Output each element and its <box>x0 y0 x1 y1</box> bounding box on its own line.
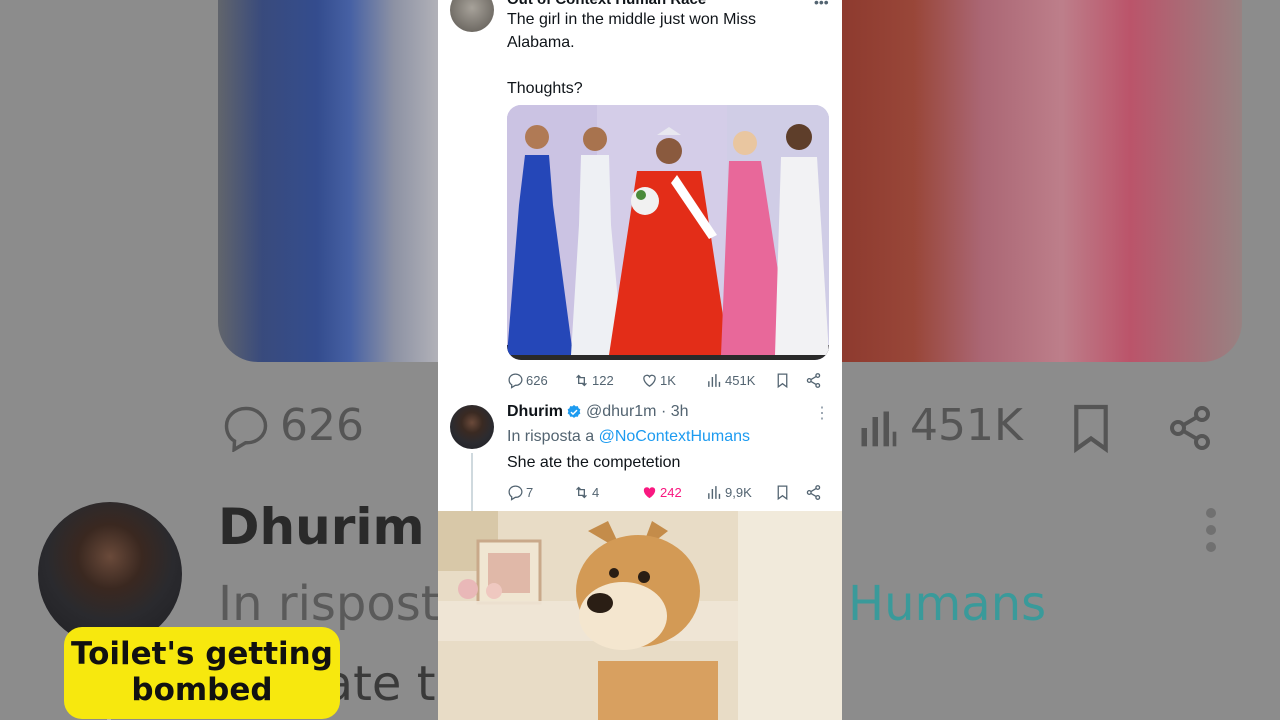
reply-views-button[interactable]: 9,9K <box>706 484 752 501</box>
verified-badge-icon <box>567 405 581 418</box>
like-button[interactable]: 1K <box>641 372 676 389</box>
reply-to-label: In risposta a <box>507 428 595 445</box>
tweet-text-line2: Thoughts? <box>507 80 583 97</box>
heart-icon <box>643 374 656 387</box>
share-icon <box>806 485 821 500</box>
background-reply-count: 626 <box>280 400 364 451</box>
reply-reply-count: 7 <box>526 485 534 500</box>
views-icon <box>708 486 721 499</box>
background-view-count: 451K <box>910 400 1023 451</box>
like-count: 1K <box>660 373 676 388</box>
tweet-text: The girl in the middle just won Miss Ala… <box>507 8 827 100</box>
reply-retweet-button[interactable]: 4 <box>573 484 599 501</box>
reply-bookmark-button[interactable] <box>774 484 793 501</box>
views-count: 451K <box>725 373 756 388</box>
bookmark-icon <box>777 485 788 501</box>
retweet-button[interactable]: 122 <box>573 372 614 389</box>
background-image-left <box>218 0 438 362</box>
background-image-right <box>842 0 1242 362</box>
retweet-icon <box>576 374 587 387</box>
background-share-icon <box>1170 406 1210 450</box>
doge-meme-image <box>438 511 842 720</box>
reply-header: Dhurim @dhur1m · 3h <box>507 403 689 421</box>
meme-caption: Toilet's getting bombed <box>64 627 340 719</box>
background-bookmark-icon <box>1074 404 1108 454</box>
retweet-icon <box>576 486 587 499</box>
doge-icon <box>438 511 842 720</box>
reply-author-avatar[interactable] <box>450 405 494 449</box>
author-name[interactable]: Out of Context Human Race <box>507 0 706 8</box>
reply-handle-time: @dhur1m · 3h <box>586 403 689 420</box>
meme-caption-line1: Toilet's getting <box>71 636 333 672</box>
background-author-name: Dhurim <box>218 498 425 556</box>
tweet-actions: 626 122 1K 451K <box>507 372 829 392</box>
background-views-icon <box>861 411 897 447</box>
reply-more-icon[interactable]: ⋮ <box>814 403 830 423</box>
reply-to-line: In risposta a @NoContextHumans <box>507 428 750 446</box>
reply-views-count: 9,9K <box>725 485 752 500</box>
tweet-text-line1: The girl in the middle just won Miss Ala… <box>507 11 756 51</box>
bookmark-button[interactable] <box>774 372 793 389</box>
pageant-photo-icon <box>507 105 829 360</box>
background-more-icon <box>1206 508 1220 559</box>
reply-count: 626 <box>526 373 548 388</box>
heart-filled-icon <box>643 487 656 499</box>
background-reply-mention: Humans <box>848 576 1047 632</box>
background-reply-icon <box>224 406 268 452</box>
thread-line <box>471 453 473 511</box>
views-icon <box>708 374 721 387</box>
background-avatar <box>38 502 182 646</box>
reply-icon <box>508 485 523 501</box>
share-button[interactable] <box>805 372 824 389</box>
reply-to-mention-link[interactable]: @NoContextHumans <box>599 428 750 445</box>
meme-caption-line2: bombed <box>131 672 273 708</box>
reply-share-button[interactable] <box>805 484 824 501</box>
reply-like-count: 242 <box>660 485 682 500</box>
author-avatar[interactable] <box>450 0 494 32</box>
bookmark-icon <box>777 373 788 389</box>
reply-reply-button[interactable]: 7 <box>507 484 533 501</box>
tweet-media-image[interactable] <box>507 105 829 360</box>
reply-author-name[interactable]: Dhurim <box>507 403 563 421</box>
reply-actions: 7 4 242 9,9K <box>507 484 829 504</box>
reply-like-button[interactable]: 242 <box>641 484 682 501</box>
tweet-card: Out of Context Human Race ••• The girl i… <box>438 0 842 720</box>
reply-retweet-count: 4 <box>592 485 600 500</box>
reply-text: She ate the competetion <box>507 454 681 471</box>
reply-icon <box>508 373 523 389</box>
retweet-count: 122 <box>592 373 614 388</box>
background-reply-prefix: In rispost <box>218 576 440 632</box>
reply-button[interactable]: 626 <box>507 372 548 389</box>
share-icon <box>806 373 821 388</box>
views-button[interactable]: 451K <box>706 372 755 389</box>
